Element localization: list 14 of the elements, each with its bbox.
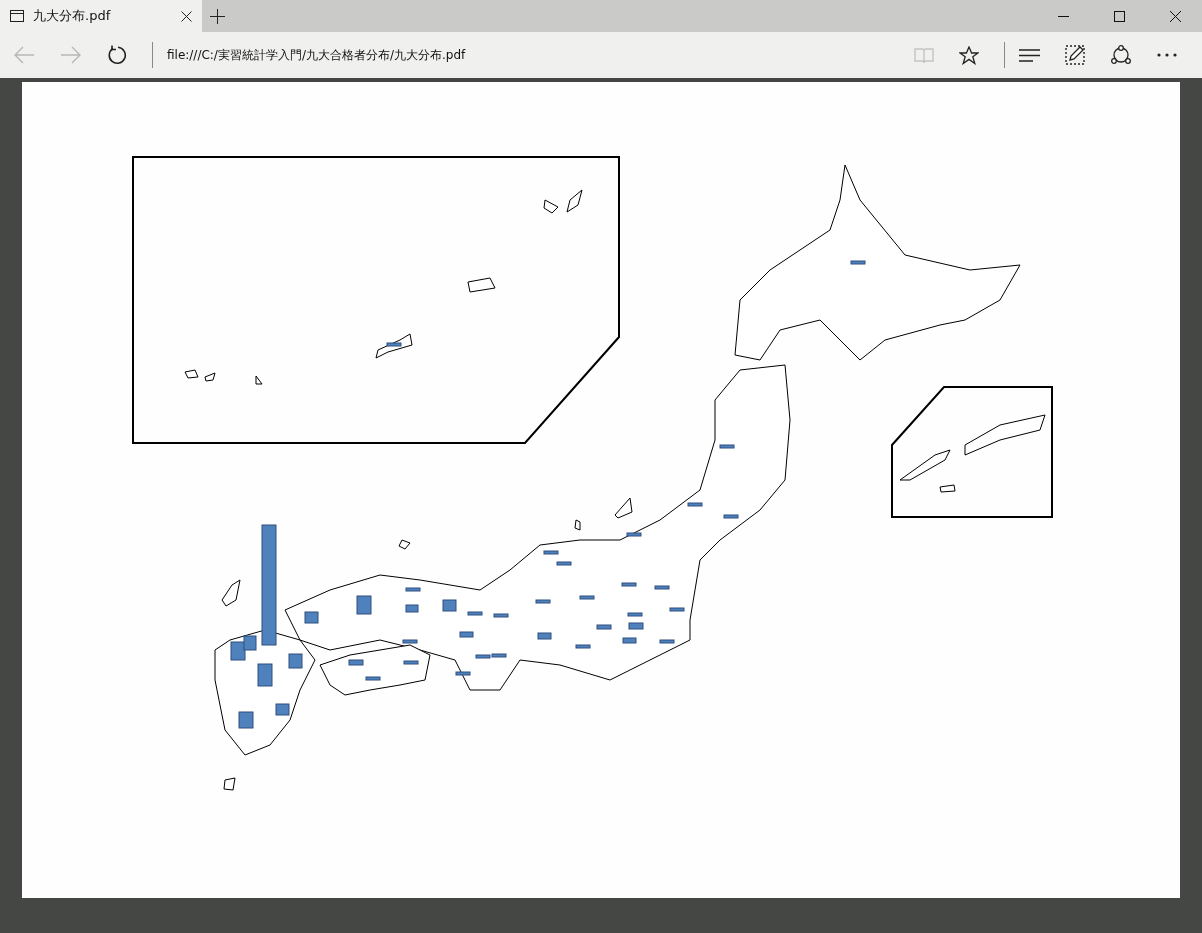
page-icon — [10, 10, 24, 22]
close-icon[interactable] — [1170, 10, 1181, 22]
share-icon[interactable] — [1110, 45, 1132, 65]
refresh-icon[interactable] — [107, 44, 127, 66]
tab-title: 九大分布.pdf — [33, 7, 112, 25]
close-tab-icon[interactable] — [181, 10, 192, 22]
new-tab-icon[interactable] — [210, 8, 225, 24]
address-bar[interactable]: file:///C:/実習統計学入門/九大合格者分布/九大分布.pdf — [167, 46, 466, 64]
lines-icon[interactable] — [1019, 48, 1040, 62]
pen-icon[interactable] — [1065, 45, 1085, 65]
maximize-icon[interactable] — [1114, 10, 1125, 22]
more-icon[interactable] — [1157, 53, 1177, 57]
browser-tab[interactable]: 九大分布.pdf — [0, 0, 202, 32]
star-icon[interactable] — [959, 45, 979, 65]
